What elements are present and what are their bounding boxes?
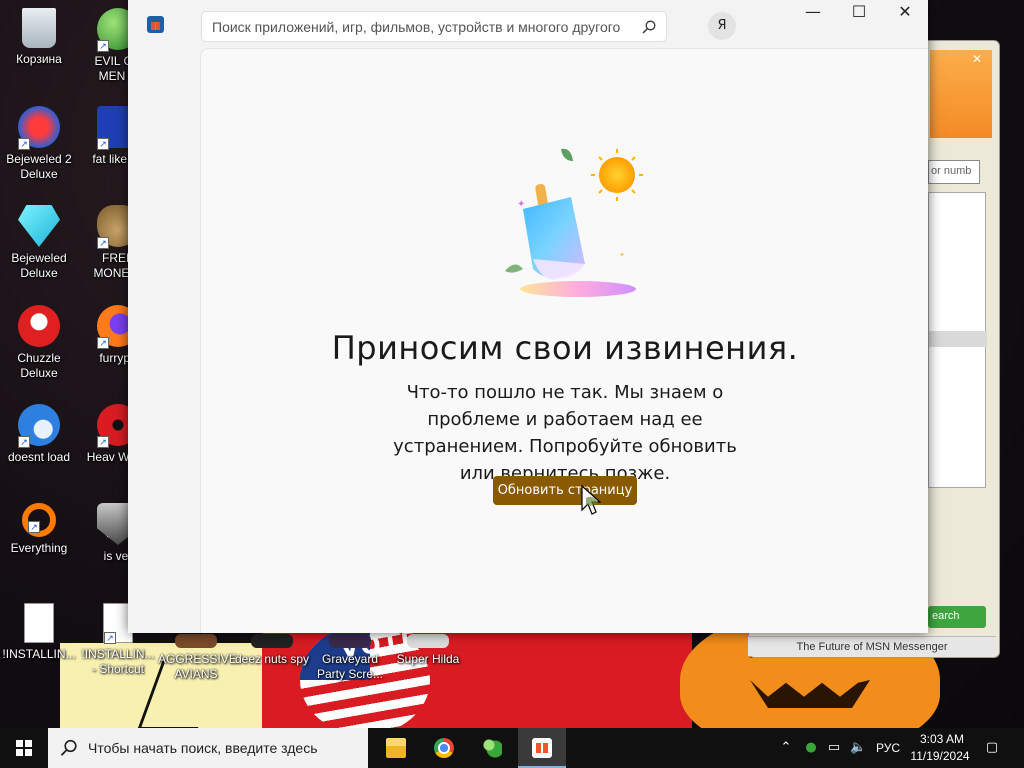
taskbar-store[interactable] [518, 728, 566, 768]
show-hidden-icons-chevron-icon[interactable]: ⌃ [778, 740, 794, 756]
msn-search-field[interactable]: or numb [928, 160, 980, 184]
desktop-icon-label: Chuzzle Deluxe [17, 351, 61, 380]
msn-messenger-icon [482, 738, 502, 758]
bejeweled-icon [18, 205, 60, 247]
everything-icon: ↗ [22, 503, 56, 537]
desktop-icon-label: !INSTALLIN... [2, 647, 76, 661]
input-language[interactable]: РУС [876, 741, 900, 755]
desktop-icon-label: Super Hilda [396, 652, 460, 666]
maximize-button[interactable]: ☐ [836, 2, 882, 32]
desktop-icon-installing[interactable]: !INSTALLIN... [1, 603, 77, 662]
desktop-icon-deez-nuts-spy[interactable]: deez nuts spy [234, 634, 310, 667]
msn-search-button[interactable]: earch [928, 606, 986, 628]
msn-close-icon[interactable]: ✕ [972, 52, 982, 66]
error-message: Что-то пошло не так. Мы знаем о проблеме… [393, 382, 737, 484]
store-nav-rail [128, 48, 200, 633]
taskbar-file-explorer[interactable] [372, 728, 420, 768]
msn-tray-icon[interactable]: ● [803, 740, 819, 756]
thunderbird-icon: ↗ [18, 404, 60, 448]
search-icon [60, 739, 77, 756]
taskbar-msn-messenger[interactable] [468, 728, 516, 768]
busy-cursor-icon [581, 484, 602, 515]
avatar[interactable]: Я [708, 12, 736, 40]
desktop-icon-label: Everything [10, 541, 68, 555]
taskbar-search-box[interactable] [48, 728, 368, 768]
svg-text:✦: ✦ [619, 251, 625, 259]
taskbar-search-input[interactable] [88, 738, 358, 758]
desktop-icon-label: Корзина [16, 52, 62, 66]
desktop-icon-recycle-bin[interactable]: Корзина [1, 8, 77, 67]
minimize-button[interactable]: — [790, 2, 836, 32]
msn-contact-list[interactable] [928, 192, 987, 488]
desktop-icon-super-hilda[interactable]: Super Hilda [390, 634, 466, 667]
desktop-icon-thunderbird[interactable]: ↗ doesnt load [1, 404, 77, 465]
desktop-icon-bejeweled2[interactable]: ↗ Bejeweled 2 Deluxe [1, 106, 77, 182]
network-icon[interactable]: ▭ [826, 740, 842, 756]
svg-text:✦: ✦ [517, 199, 525, 210]
melting-popsicle-illustration: ✦ ✦ [505, 148, 643, 297]
desktop-icon-label: Bejeweled Deluxe [11, 251, 67, 280]
chrome-icon [434, 738, 454, 758]
start-button[interactable] [0, 728, 48, 768]
desktop-icon-label: AGGRESSIVE AVIANS [158, 652, 237, 681]
store-icon [532, 738, 552, 758]
windows-logo-icon [16, 740, 32, 756]
desktop-icon-label: Bejeweled 2 Deluxe [6, 152, 72, 181]
recycle-bin-icon [22, 8, 56, 48]
desktop-icon-label: deez nuts spy [234, 652, 310, 666]
taskbar-chrome[interactable] [420, 728, 468, 768]
desktop-icon-everything[interactable]: ↗ Everything [1, 503, 77, 556]
notification-icon[interactable]: ▢ [984, 740, 1000, 756]
chuzzle-icon [18, 305, 60, 347]
desktop-icon-chuzzle[interactable]: Chuzzle Deluxe [1, 305, 77, 381]
clock-date[interactable]: 11/19/2024 [910, 749, 970, 763]
store-content: ✦ ✦ Приносим свои извинения. Что-то пошл… [200, 48, 928, 633]
desktop-icon-aggressive-avians[interactable]: AGGRESSIVE AVIANS [158, 634, 237, 682]
birds-icon [175, 634, 217, 648]
hilda-icon [407, 634, 449, 648]
store-search-box[interactable] [201, 11, 667, 42]
error-title: Приносим свои извинения. [331, 329, 799, 367]
bejeweled2-icon: ↗ [18, 106, 60, 150]
graveyard-icon [329, 634, 371, 648]
msn-header [930, 50, 992, 138]
store-search-input[interactable] [212, 17, 632, 37]
spy-icon [251, 634, 293, 648]
desktop-icon-graveyard-party[interactable]: Graveyard Party Scre... [312, 634, 388, 682]
taskbar: ⌃ ● ▭ 🔈 РУС 3:03 AM 11/19/2024 ▢ [0, 728, 1024, 768]
msn-footer-banner[interactable]: The Future of MSN Messenger [748, 636, 996, 656]
search-icon[interactable] [642, 20, 656, 34]
store-titlebar[interactable]: Я — ☐ ✕ [128, 0, 928, 48]
store-window[interactable]: Я — ☐ ✕ ✦ ✦ П [128, 0, 928, 633]
store-logo-icon [147, 16, 164, 33]
document-icon [24, 603, 54, 643]
refresh-page-button[interactable]: Обновить страницу [493, 476, 637, 505]
msn-selected-row [929, 331, 987, 347]
clock-time[interactable]: 3:03 AM [916, 732, 968, 746]
desktop-icon-label: doesnt load [7, 450, 71, 464]
volume-icon[interactable]: 🔈 [850, 740, 866, 756]
close-button[interactable]: ✕ [882, 2, 928, 32]
desktop-icon-bejeweled[interactable]: Bejeweled Deluxe [1, 205, 77, 281]
desktop-icon-label: !INSTALLIN... - Shortcut [81, 647, 155, 676]
desktop-icon-label: Graveyard Party Scre... [316, 652, 384, 681]
file-explorer-icon [386, 738, 406, 758]
